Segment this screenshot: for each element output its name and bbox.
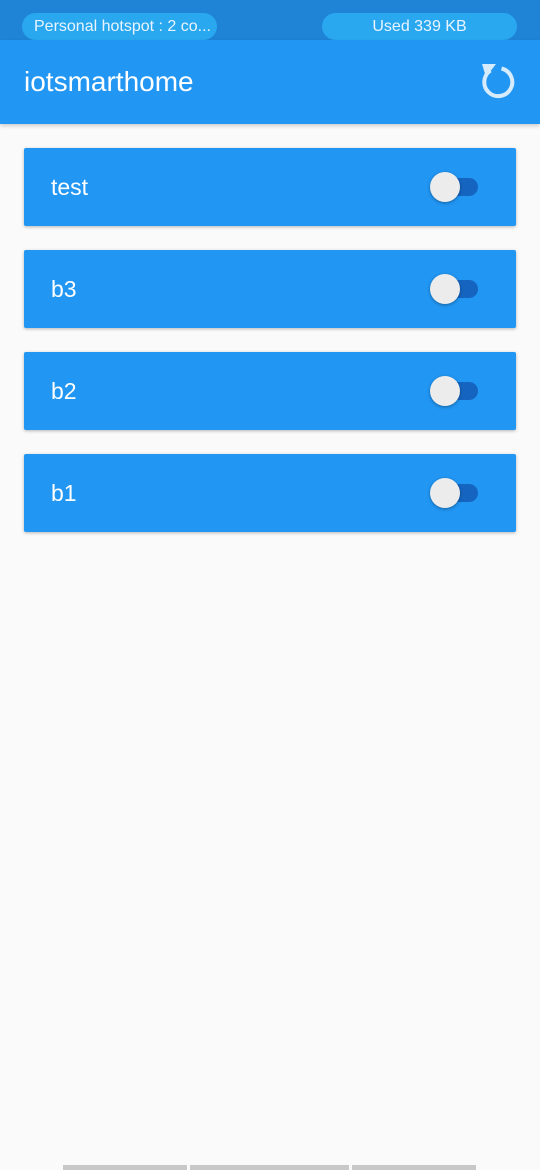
device-toggle-b1[interactable] [430, 478, 480, 508]
refresh-button[interactable] [476, 60, 520, 104]
nav-hint-right [352, 1165, 476, 1170]
device-toggle-b3[interactable] [430, 274, 480, 304]
device-card-test: test [24, 148, 516, 226]
nav-hint-left [63, 1165, 187, 1170]
switch-thumb [430, 478, 460, 508]
device-toggle-test[interactable] [430, 172, 480, 202]
refresh-icon [482, 64, 515, 99]
hotspot-status-text: Personal hotspot : 2 co... [34, 18, 211, 35]
app-bar: iotsmarthome [0, 40, 540, 124]
device-label: test [51, 174, 89, 200]
data-usage-pill[interactable]: Used 339 KB [322, 13, 517, 40]
switch-thumb [430, 172, 460, 202]
device-card-b2: b2 [24, 352, 516, 430]
hotspot-status-pill[interactable]: Personal hotspot : 2 co... [22, 13, 217, 40]
switch-thumb [430, 274, 460, 304]
device-toggle-b2[interactable] [430, 376, 480, 406]
device-label: b2 [51, 378, 77, 404]
switch-thumb [430, 376, 460, 406]
device-label: b3 [51, 276, 77, 302]
device-card-b3: b3 [24, 250, 516, 328]
device-list: test b3 b2 b1 [24, 148, 516, 556]
app-title: iotsmarthome [24, 66, 194, 97]
device-label: b1 [51, 480, 77, 506]
data-usage-text: Used 339 KB [372, 18, 467, 35]
device-card-b1: b1 [24, 454, 516, 532]
status-bar: Personal hotspot : 2 co... Used 339 KB [0, 0, 540, 40]
nav-hint-center [190, 1165, 349, 1170]
